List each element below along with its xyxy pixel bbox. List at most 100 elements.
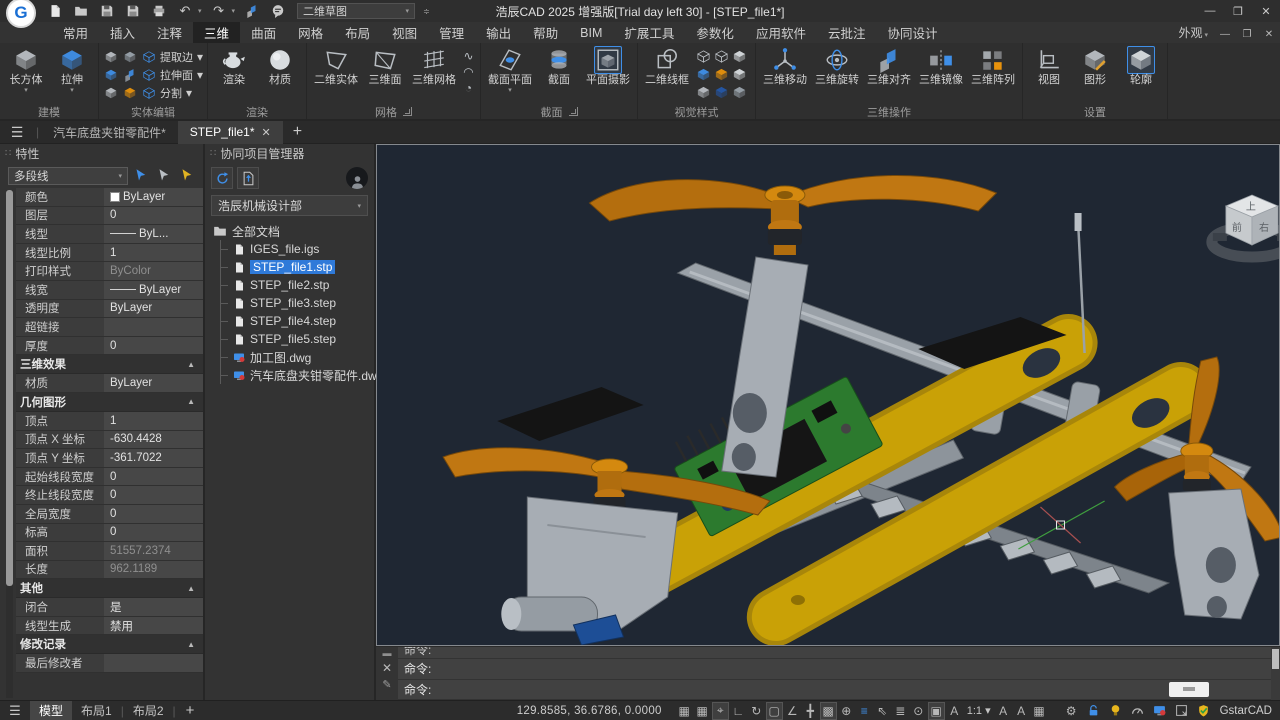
- prop-row-elevation[interactable]: 标高0: [16, 524, 203, 543]
- group-label-solid-edit[interactable]: 实体编辑: [103, 104, 203, 119]
- view-button[interactable]: 视图: [1027, 45, 1071, 88]
- section-misc[interactable]: 其他▲: [16, 579, 203, 598]
- tab-layout[interactable]: 布局: [334, 22, 381, 43]
- union-icon[interactable]: [103, 50, 118, 65]
- tab-apps[interactable]: 应用软件: [745, 22, 817, 43]
- tab-cloud-markup[interactable]: 云批注: [817, 22, 877, 43]
- group-label-3d-ops[interactable]: 三维操作: [760, 104, 1018, 119]
- zoom-view-icon[interactable]: ⊙: [910, 702, 927, 720]
- tree-item-step-file3[interactable]: STEP_file3.step: [221, 294, 374, 312]
- tree-root-all-docs[interactable]: 全部文档: [213, 222, 374, 240]
- fullscreen-icon[interactable]: [1174, 702, 1189, 720]
- wireframe2d-button[interactable]: 二维线框: [642, 45, 692, 88]
- object-snap-icon[interactable]: ▢: [766, 702, 783, 720]
- tab-bim[interactable]: BIM: [569, 22, 613, 43]
- new-doc-tab-button[interactable]: +: [293, 123, 302, 141]
- license-check-icon[interactable]: [1196, 702, 1211, 720]
- rulesurf-icon[interactable]: ◔: [461, 80, 476, 95]
- group-label-render[interactable]: 渲染: [212, 104, 302, 119]
- prop-row-linetype[interactable]: 线型ByL...: [16, 225, 203, 244]
- doc-tab-menu-icon[interactable]: ☰: [0, 124, 34, 141]
- command-input-line[interactable]: 命令:: [398, 680, 1271, 701]
- prop-row-start-width[interactable]: 起始线段宽度0: [16, 468, 203, 487]
- graphics-button[interactable]: 图形: [1073, 45, 1117, 88]
- tab-help[interactable]: 帮助: [522, 22, 569, 43]
- select-objects-icon[interactable]: [178, 167, 197, 185]
- angle-snap-icon[interactable]: ∠: [784, 702, 801, 720]
- tab-view[interactable]: 视图: [381, 22, 428, 43]
- materials-button[interactable]: 材质: [258, 45, 302, 88]
- subtract-icon[interactable]: [122, 50, 137, 65]
- tab-manage[interactable]: 管理: [428, 22, 475, 43]
- collapse-icon[interactable]: ▲: [187, 584, 195, 593]
- edgesurf-icon[interactable]: ◠: [461, 64, 476, 79]
- collapse-icon[interactable]: ▲: [187, 640, 195, 649]
- revsurf-icon[interactable]: ∿: [461, 48, 476, 63]
- new-layout-button[interactable]: +: [176, 702, 205, 719]
- prop-row-layer[interactable]: 图层0: [16, 207, 203, 226]
- recent-commands-button[interactable]: [1169, 682, 1209, 697]
- prop-row-vertex-x[interactable]: 顶点 X 坐标-630.4428: [16, 431, 203, 450]
- project-panel-header[interactable]: ∷ 协同项目管理器: [205, 144, 374, 163]
- face3d-button[interactable]: 三维面: [363, 45, 407, 88]
- tree-item-clamp-parts-dwg[interactable]: 汽车底盘夹钳零配件.dwg: [221, 366, 374, 384]
- prop-row-vertex-y[interactable]: 顶点 Y 坐标-361.7022: [16, 449, 203, 468]
- style-hidden-icon[interactable]: [714, 49, 729, 64]
- hatch-toggle-icon[interactable]: ▩: [820, 702, 837, 720]
- shell-icon[interactable]: [103, 86, 118, 101]
- save-as-icon[interactable]: [124, 2, 142, 20]
- panel-grip-icon[interactable]: ∷: [210, 148, 215, 159]
- prop-row-area[interactable]: 面积51557.2374: [16, 542, 203, 561]
- outline-button[interactable]: 轮廓: [1119, 45, 1163, 88]
- section-geometry[interactable]: 几何图形▲: [16, 393, 203, 412]
- prop-row-hyperlink[interactable]: 超链接: [16, 318, 203, 337]
- section-button[interactable]: 截面: [537, 45, 581, 88]
- model-tab[interactable]: 模型: [30, 701, 72, 720]
- style-other-icon[interactable]: [732, 85, 747, 100]
- workspace-select[interactable]: 二维草图 ▾: [297, 3, 415, 19]
- separate-icon[interactable]: [141, 86, 156, 101]
- doc-tab-clamp-parts[interactable]: 汽车底盘夹钳零配件*: [41, 121, 178, 144]
- doc-minimize-button[interactable]: —: [1214, 29, 1236, 40]
- status-menu-icon[interactable]: ☰: [0, 703, 30, 719]
- section-3d-effects[interactable]: 三维效果▲: [16, 355, 203, 374]
- prop-row-vertex[interactable]: 顶点1: [16, 412, 203, 431]
- prop-row-end-width[interactable]: 终止线段宽度0: [16, 486, 203, 505]
- layers-stack-icon[interactable]: [243, 2, 261, 20]
- tab-collaboration[interactable]: 协同设计: [876, 22, 948, 43]
- mesh-dialog-launcher-icon[interactable]: [403, 107, 412, 116]
- mirror3d-button[interactable]: 三维镜像: [916, 45, 966, 88]
- slice-icon[interactable]: [122, 68, 137, 83]
- extrude-button[interactable]: 拉伸▾: [50, 45, 94, 96]
- group-label-mesh[interactable]: 网格: [311, 104, 476, 119]
- appearance-menu[interactable]: 外观▾: [1178, 24, 1208, 41]
- prop-row-color[interactable]: 颜色ByLayer: [16, 188, 203, 207]
- prop-row-linetype-gen[interactable]: 线型生成禁用: [16, 617, 203, 636]
- tab-output[interactable]: 输出: [475, 22, 522, 43]
- performance-gauge-icon[interactable]: [1130, 702, 1145, 720]
- prop-row-length[interactable]: 长度962.1189: [16, 561, 203, 580]
- lineweight-icon[interactable]: ≡: [856, 702, 873, 720]
- doc-tab-step-file1[interactable]: STEP_file1* ✕: [178, 121, 283, 144]
- notification-monitor-icon[interactable]: [1152, 702, 1167, 720]
- doc-restore-button[interactable]: ❐: [1236, 29, 1258, 40]
- tab-insert[interactable]: 插入: [99, 22, 146, 43]
- array3d-button[interactable]: 三维阵列: [968, 45, 1018, 88]
- tab-surface[interactable]: 曲面: [240, 22, 287, 43]
- command-scrollbar[interactable]: [1271, 647, 1280, 700]
- tree-item-step-file4[interactable]: STEP_file4.step: [221, 312, 374, 330]
- tree-item-machining-dwg[interactable]: 加工图.dwg: [221, 348, 374, 366]
- fillet-edge-icon[interactable]: [122, 86, 137, 101]
- settings-gear-icon[interactable]: ⚙: [1064, 702, 1079, 720]
- object-type-select[interactable]: 多段线▾: [8, 167, 128, 185]
- new-file-icon[interactable]: [46, 2, 64, 20]
- tree-item-step-file2[interactable]: STEP_file2.stp: [221, 276, 374, 294]
- layout1-tab[interactable]: 布局1: [72, 701, 121, 720]
- prop-row-thickness[interactable]: 厚度0: [16, 337, 203, 356]
- object-tracking-icon[interactable]: ⊕: [838, 702, 855, 720]
- style-wireframe-icon[interactable]: [696, 49, 711, 64]
- tree-item-step-file5[interactable]: STEP_file5.step: [221, 330, 374, 348]
- prop-row-transparency[interactable]: 透明度ByLayer: [16, 300, 203, 319]
- separate-button[interactable]: 分割: [160, 85, 182, 101]
- solid2d-button[interactable]: 二维实体: [311, 45, 361, 88]
